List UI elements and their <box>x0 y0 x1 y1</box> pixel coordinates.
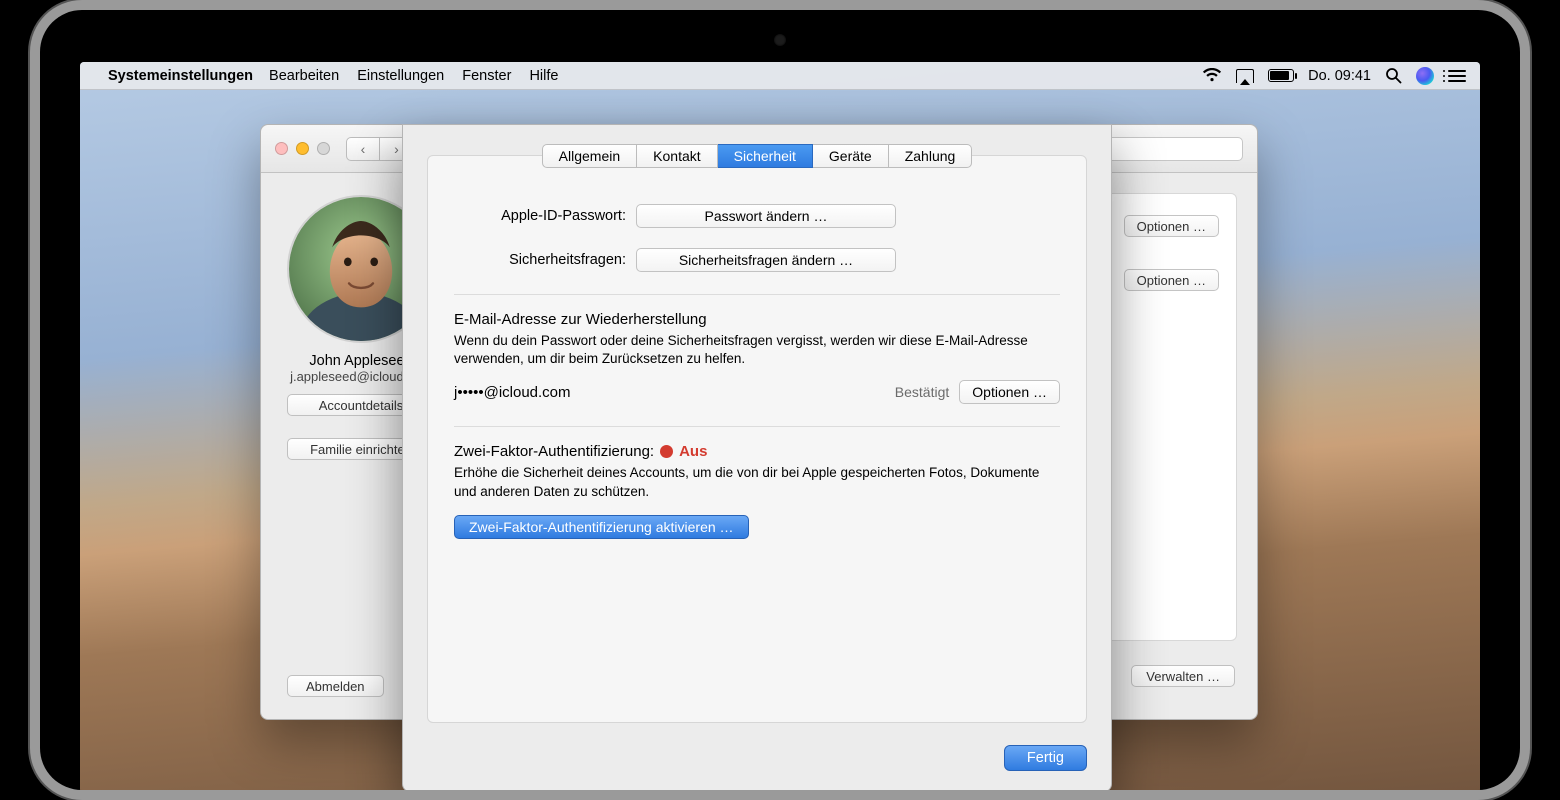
user-full-name: John Appleseed <box>309 353 412 369</box>
manage-button[interactable]: Verwalten … <box>1131 665 1235 687</box>
sign-out-button[interactable]: Abmelden <box>287 675 384 697</box>
options-button-2[interactable]: Optionen … <box>1124 269 1219 291</box>
recovery-email-title: E-Mail-Adresse zur Wiederherstellung <box>454 311 1060 328</box>
tab-sicherheit[interactable]: Sicherheit <box>718 144 813 168</box>
section-divider <box>454 294 1060 295</box>
section-divider-2 <box>454 426 1060 427</box>
change-password-button[interactable]: Passwort ändern … <box>636 204 896 228</box>
tab-zahlung[interactable]: Zahlung <box>889 144 973 168</box>
spotlight-icon[interactable] <box>1385 67 1402 84</box>
done-button[interactable]: Fertig <box>1004 745 1087 771</box>
minimize-window-button[interactable] <box>296 142 309 155</box>
menu-fenster[interactable]: Fenster <box>462 68 511 84</box>
password-label: Apple-ID-Passwort: <box>454 208 626 224</box>
menubar-clock[interactable]: Do. 09:41 <box>1308 68 1371 84</box>
tab-kontakt[interactable]: Kontakt <box>637 144 717 168</box>
account-sheet: Allgemein Kontakt Sicherheit Geräte Zahl… <box>402 124 1112 790</box>
recovery-email-value: j•••••@icloud.com <box>454 384 571 401</box>
menubar: Systemeinstellungen Bearbeiten Einstellu… <box>80 62 1480 90</box>
wifi-icon[interactable] <box>1202 68 1222 83</box>
menu-hilfe[interactable]: Hilfe <box>529 68 558 84</box>
recovery-email-desc: Wenn du dein Passwort oder deine Sicherh… <box>454 332 1060 368</box>
recovery-options-button[interactable]: Optionen … <box>959 380 1060 404</box>
twofa-label: Zwei-Faktor-Authentifizierung: <box>454 443 654 460</box>
twofa-desc: Erhöhe die Sicherheit deines Accounts, u… <box>454 464 1060 500</box>
zoom-window-button[interactable] <box>317 142 330 155</box>
enable-twofa-button[interactable]: Zwei-Faktor-Authentifizierung aktivieren… <box>454 515 749 539</box>
recovery-email-status: Bestätigt <box>895 384 949 400</box>
siri-icon[interactable] <box>1416 67 1434 85</box>
nav-back-button[interactable]: ‹ <box>346 137 380 161</box>
status-dot-icon <box>660 445 673 458</box>
tab-geraete[interactable]: Geräte <box>813 144 889 168</box>
battery-icon[interactable] <box>1268 69 1294 82</box>
close-window-button[interactable] <box>275 142 288 155</box>
notification-center-icon[interactable] <box>1448 70 1466 82</box>
camera-notch <box>774 34 786 46</box>
menu-bearbeiten[interactable]: Bearbeiten <box>269 68 339 84</box>
app-name[interactable]: Systemeinstellungen <box>108 68 253 84</box>
tab-bar: Allgemein Kontakt Sicherheit Geräte Zahl… <box>454 144 1060 168</box>
tab-allgemein[interactable]: Allgemein <box>542 144 637 168</box>
change-questions-button[interactable]: Sicherheitsfragen ändern … <box>636 248 896 272</box>
twofa-status: Aus <box>679 443 707 460</box>
menu-einstellungen[interactable]: Einstellungen <box>357 68 444 84</box>
security-questions-label: Sicherheitsfragen: <box>454 252 626 268</box>
options-button-1[interactable]: Optionen … <box>1124 215 1219 237</box>
airplay-icon[interactable] <box>1236 69 1254 83</box>
